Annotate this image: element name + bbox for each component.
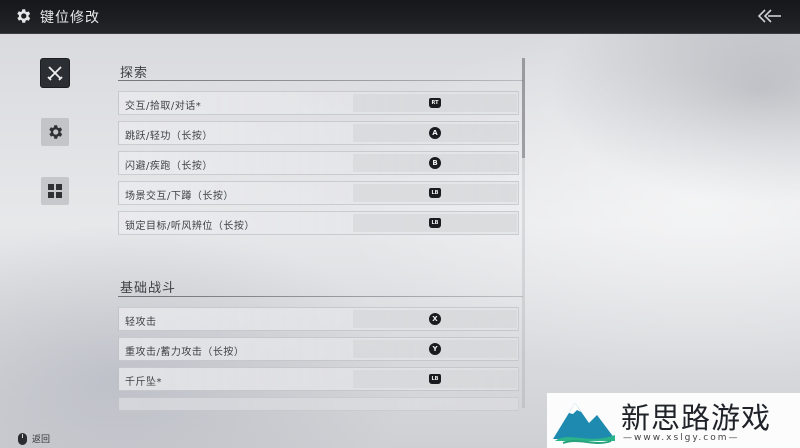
keybind-row[interactable]: 闪避/疾跑（长按） B bbox=[118, 151, 519, 175]
keybind-row[interactable] bbox=[118, 397, 519, 411]
watermark-domain: —www.xslgy.com— bbox=[623, 433, 740, 443]
keybind-slot[interactable]: X bbox=[353, 310, 517, 328]
scrollbar-track[interactable] bbox=[522, 58, 525, 408]
keybind-row[interactable]: 跳跃/轻功（长按） A bbox=[118, 121, 519, 145]
section-title-basic-combat: 基础战斗 bbox=[120, 281, 177, 296]
back-hint[interactable]: 返回 bbox=[18, 432, 50, 445]
page-title: 键位修改 bbox=[40, 10, 100, 26]
keybind-label: 场景交互/下蹲（长按） bbox=[125, 191, 234, 202]
keybind-label: 千斤坠* bbox=[125, 377, 162, 388]
gear-icon bbox=[17, 9, 31, 23]
controller-y-icon: Y bbox=[429, 343, 441, 355]
back-label: 返回 bbox=[32, 435, 51, 445]
keybind-row[interactable]: 锁定目标/听风辨位（长按） LB bbox=[118, 211, 519, 235]
keybind-slot[interactable]: LB bbox=[353, 370, 517, 388]
gear-icon bbox=[49, 125, 63, 139]
keybind-slot[interactable]: B bbox=[353, 154, 517, 172]
sidebar-tab-settings[interactable] bbox=[41, 118, 69, 146]
keybind-row[interactable]: 轻攻击 X bbox=[118, 307, 519, 331]
watermark: 新思路游戏 —www.xslgy.com— bbox=[547, 393, 800, 448]
sidebar-tab-combat[interactable] bbox=[41, 59, 69, 87]
keybind-row[interactable]: 场景交互/下蹲（长按） LB bbox=[118, 181, 519, 205]
sidebar-tab-layout[interactable] bbox=[41, 177, 69, 205]
keybind-label: 闪避/疾跑（长按） bbox=[125, 161, 213, 172]
keybind-slot[interactable]: Y bbox=[353, 340, 517, 358]
controller-a-icon: A bbox=[429, 127, 441, 139]
keybind-slot[interactable]: A bbox=[353, 124, 517, 142]
keybind-label: 跳跃/轻功（长按） bbox=[125, 131, 213, 142]
keybind-row[interactable]: 重攻击/蓄力攻击（长按） Y bbox=[118, 337, 519, 361]
grid-icon bbox=[48, 184, 62, 198]
double-chevron-back-icon[interactable] bbox=[756, 8, 782, 24]
controller-lb-icon: LB bbox=[429, 373, 441, 385]
keybind-row[interactable]: 交互/拾取/对话* RT bbox=[118, 91, 519, 115]
controller-rt-icon: RT bbox=[429, 97, 441, 109]
keybind-label: 重攻击/蓄力攻击（长按） bbox=[125, 347, 245, 358]
keybind-label: 交互/拾取/对话* bbox=[125, 101, 202, 112]
section-divider bbox=[118, 296, 523, 297]
section-title-explore: 探索 bbox=[120, 66, 149, 81]
keybind-row[interactable]: 千斤坠* LB bbox=[118, 367, 519, 391]
top-bar: 键位修改 bbox=[0, 0, 800, 34]
keybind-slot[interactable]: RT bbox=[353, 94, 517, 112]
scrollbar-thumb[interactable] bbox=[522, 58, 525, 158]
section-divider bbox=[118, 80, 523, 81]
controller-x-icon: X bbox=[429, 313, 441, 325]
mountain-logo-icon bbox=[553, 403, 615, 444]
controller-b-icon: B bbox=[429, 157, 441, 169]
crossed-swords-icon bbox=[47, 66, 63, 81]
keybind-slot[interactable]: LB bbox=[353, 214, 517, 232]
mouse-icon bbox=[18, 432, 27, 445]
keybind-label: 轻攻击 bbox=[125, 317, 157, 328]
keybind-slot[interactable]: LB bbox=[353, 184, 517, 202]
watermark-brand: 新思路游戏 bbox=[621, 401, 772, 435]
keybind-label: 锁定目标/听风辨位（长按） bbox=[125, 221, 255, 232]
controller-lb-icon: LB bbox=[429, 217, 441, 229]
controller-lb-icon: LB bbox=[429, 187, 441, 199]
